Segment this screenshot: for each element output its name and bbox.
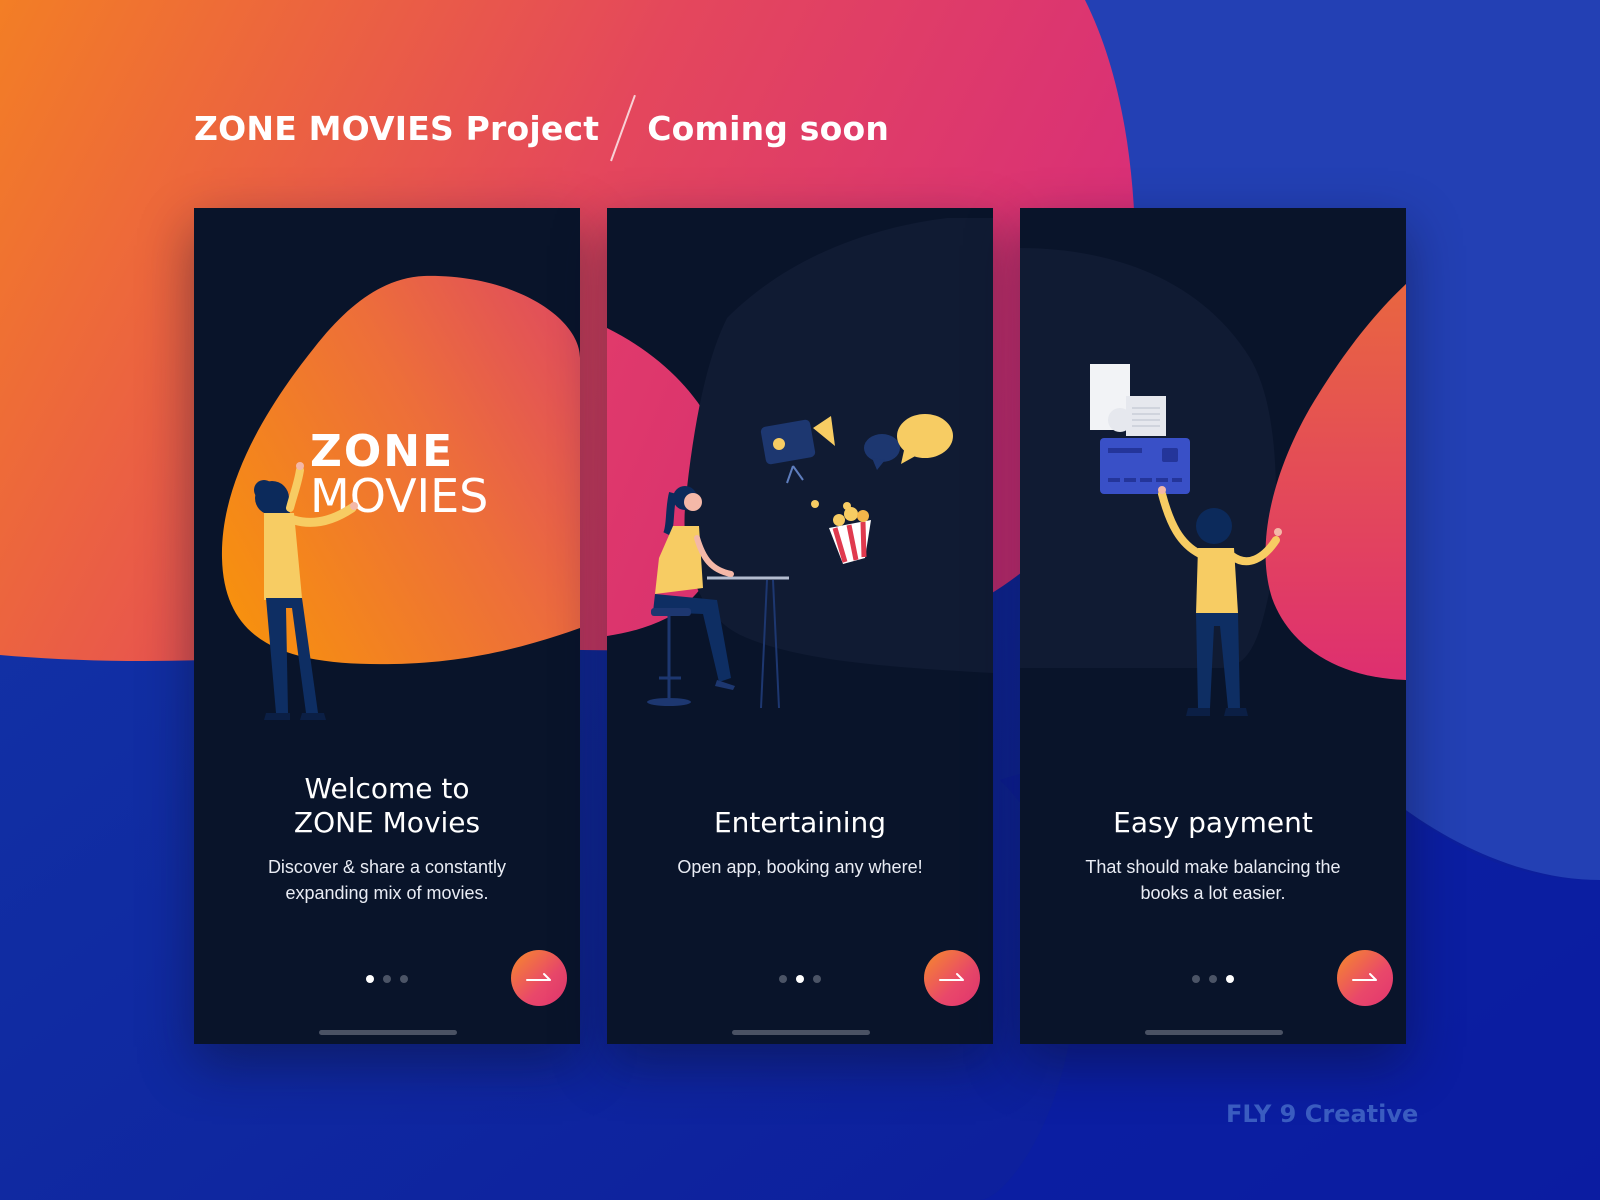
page-indicator (1192, 975, 1234, 983)
screen-title: Easy payment (1020, 806, 1406, 840)
home-indicator (319, 1030, 457, 1035)
screen-description: That should make balancing the books a l… (1060, 854, 1366, 906)
page-dot-2 (383, 975, 391, 983)
page-dot-2 (796, 975, 804, 983)
pink-side-blob (1265, 284, 1406, 680)
page-dot-1 (1192, 975, 1200, 983)
project-title: ZONE MOVIES Project (194, 108, 600, 148)
description-line: That should make balancing the (1085, 857, 1341, 877)
page-indicator (366, 975, 408, 983)
page-indicator (779, 975, 821, 983)
arrow-right-icon (939, 973, 964, 981)
page-dot-3 (813, 975, 821, 983)
description-line: expanding mix of movies. (285, 883, 489, 903)
title-line: Welcome to (304, 772, 470, 805)
page-dot-1 (779, 975, 787, 983)
credit-card-illustration (1100, 438, 1190, 494)
project-status: Coming soon (647, 108, 890, 148)
home-indicator (1145, 1030, 1283, 1035)
screen-title: Entertaining (607, 806, 993, 840)
screen-description: Open app, booking any where! (647, 854, 953, 880)
arrow-right-icon (1352, 973, 1377, 981)
next-button[interactable] (924, 950, 980, 1006)
footer-credit: FLY 9 Creative (1226, 1100, 1419, 1128)
title-line: Entertaining (713, 806, 887, 839)
screen-description: Discover & share a constantly expanding … (234, 854, 540, 906)
header-divider (611, 95, 635, 161)
description-line: Open app, booking any where! (677, 857, 923, 877)
next-button[interactable] (1337, 950, 1393, 1006)
onboarding-screen-welcome: ZONE MOVIES Welcome to ZONE Movies Disco… (194, 208, 580, 1044)
page-dot-2 (1209, 975, 1217, 983)
description-line: books a lot easier. (1140, 883, 1286, 903)
onboarding-screen-entertaining: Entertaining Open app, booking any where… (607, 208, 993, 1044)
title-line: Easy payment (1113, 806, 1313, 839)
page-dot-1 (366, 975, 374, 983)
page-dot-3 (1226, 975, 1234, 983)
home-indicator (732, 1030, 870, 1035)
title-line: ZONE Movies (293, 806, 481, 839)
onboarding-screen-payment: Easy payment That should make balancing … (1020, 208, 1406, 1044)
page-header: ZONE MOVIES Project Coming soon (194, 98, 889, 158)
screen-title: Welcome to ZONE Movies (194, 772, 580, 840)
page-dot-3 (400, 975, 408, 983)
description-line: Discover & share a constantly (267, 857, 507, 877)
next-button[interactable] (511, 950, 567, 1006)
arrow-right-icon (526, 973, 551, 981)
